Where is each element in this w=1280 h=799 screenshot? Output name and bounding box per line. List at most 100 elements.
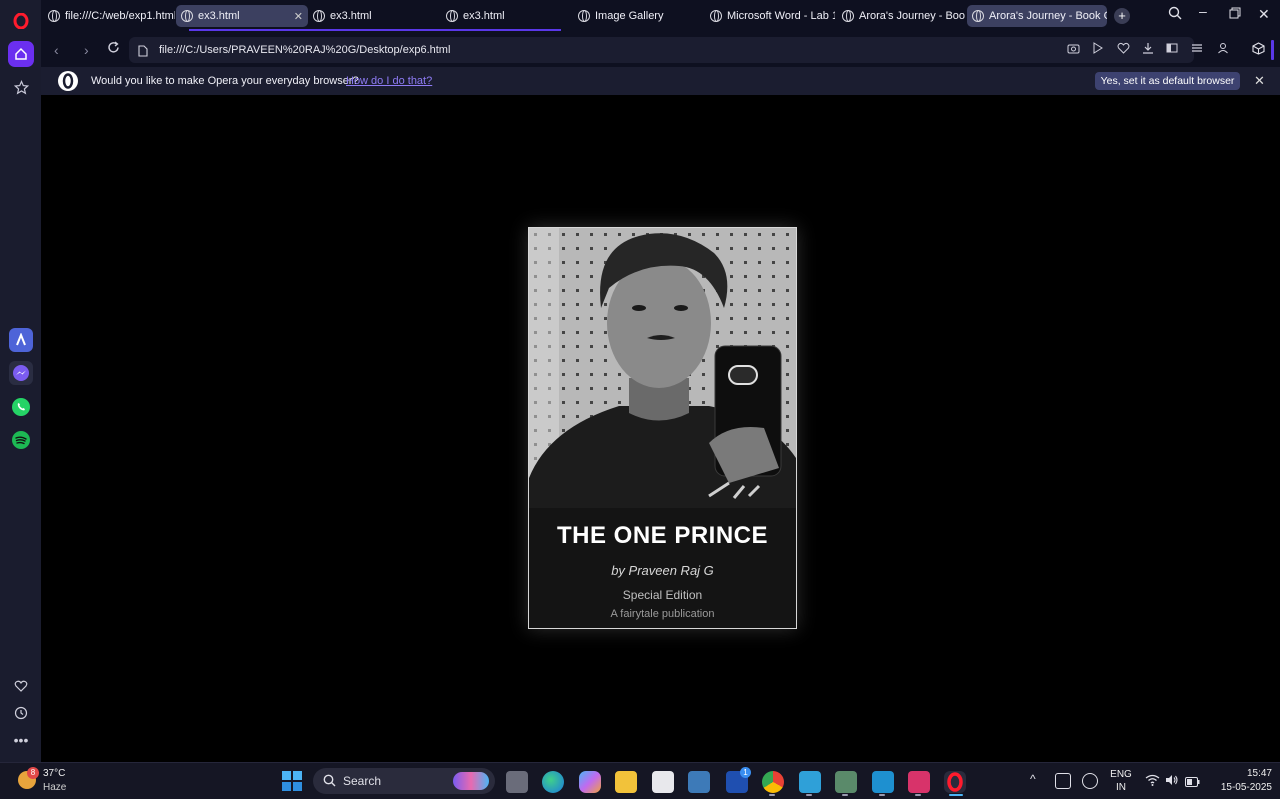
app-icon[interactable] bbox=[908, 771, 930, 793]
tab-label: ex3.html bbox=[463, 10, 505, 22]
wifi-icon[interactable] bbox=[1145, 773, 1160, 791]
globe-icon bbox=[972, 10, 984, 22]
lang-bottom[interactable]: IN bbox=[1108, 782, 1134, 793]
running-indicator bbox=[915, 794, 921, 796]
task-view-icon[interactable] bbox=[506, 771, 528, 793]
globe-icon bbox=[48, 10, 60, 22]
globe-icon bbox=[181, 10, 193, 22]
reload-icon[interactable] bbox=[107, 41, 120, 57]
tab[interactable]: ex3.html bbox=[441, 5, 571, 27]
running-indicator bbox=[806, 794, 812, 796]
tab-label: ex3.html bbox=[198, 10, 240, 22]
running-indicator bbox=[842, 794, 848, 796]
play-icon[interactable] bbox=[1092, 42, 1104, 57]
notif-badge: 1 bbox=[740, 767, 751, 778]
close-tab-icon[interactable]: ✕ bbox=[294, 10, 303, 23]
volume-icon[interactable] bbox=[1165, 773, 1179, 791]
more-icon[interactable]: ••• bbox=[8, 727, 34, 753]
running-indicator bbox=[879, 794, 885, 796]
clock-date[interactable]: 15-05-2025 bbox=[1210, 782, 1272, 793]
globe-icon bbox=[446, 10, 458, 22]
messenger-icon[interactable] bbox=[9, 361, 33, 385]
vscode-icon[interactable] bbox=[872, 771, 894, 793]
start-icon[interactable] bbox=[282, 771, 302, 796]
globe-icon bbox=[842, 10, 854, 22]
new-tab-button[interactable]: + bbox=[1114, 8, 1130, 24]
notepad-icon[interactable] bbox=[799, 771, 821, 793]
tab[interactable]: file:///C:/web/exp1.html bbox=[43, 5, 175, 27]
tab-label: ex3.html bbox=[330, 10, 372, 22]
book-publisher: A fairytale publication bbox=[610, 608, 715, 620]
app-icon[interactable] bbox=[688, 771, 710, 793]
opera-sidebar: ••• bbox=[0, 0, 41, 762]
tab[interactable]: Arora's Journey - Book C bbox=[837, 5, 965, 27]
address-bar: ‹ › file:///C:/Users/PRAVEEN%20RAJ%20G/D… bbox=[41, 34, 1280, 66]
tab-label: Image Gallery bbox=[595, 10, 664, 22]
weather-desc[interactable]: Haze bbox=[43, 782, 66, 793]
extension-accent bbox=[1271, 40, 1274, 60]
cloud-icon[interactable] bbox=[1082, 773, 1098, 789]
home-icon[interactable] bbox=[8, 41, 34, 67]
edge-icon[interactable] bbox=[542, 771, 564, 793]
forward-icon[interactable]: › bbox=[84, 42, 89, 58]
opera-logo-icon[interactable] bbox=[8, 8, 34, 34]
infobar-message: Would you like to make Opera your everyd… bbox=[91, 75, 359, 87]
tab[interactable]: Arora's Journey - Book Co bbox=[967, 5, 1107, 27]
book-cover: THE ONE PRINCE by Praveen Raj G Special … bbox=[528, 227, 797, 629]
profile-icon[interactable] bbox=[1217, 42, 1229, 57]
clock-time[interactable]: 15:47 bbox=[1210, 768, 1272, 779]
minimize-button[interactable]: – bbox=[1199, 3, 1207, 19]
back-icon[interactable]: ‹ bbox=[54, 42, 59, 58]
tab[interactable]: ex3.html bbox=[308, 5, 438, 27]
restore-button[interactable] bbox=[1229, 6, 1241, 22]
bookmark-heart-icon[interactable] bbox=[1117, 42, 1130, 57]
tab[interactable]: Image Gallery bbox=[573, 5, 703, 27]
heart-icon[interactable] bbox=[8, 673, 34, 699]
weather-badge: 8 bbox=[27, 767, 39, 779]
easy-setup-icon[interactable] bbox=[1191, 42, 1203, 57]
search-tabs-icon[interactable] bbox=[1168, 6, 1182, 23]
weather-temp[interactable]: 37°C bbox=[43, 768, 65, 779]
lang-top[interactable]: ENG bbox=[1108, 769, 1134, 780]
extensions-icon[interactable] bbox=[1252, 42, 1265, 58]
tab-label: Arora's Journey - Book Co bbox=[989, 10, 1107, 22]
active-indicator bbox=[949, 794, 963, 796]
opera-taskbar-icon[interactable] bbox=[944, 771, 966, 793]
default-browser-bar: Would you like to make Opera your everyd… bbox=[41, 67, 1280, 95]
close-window-button[interactable]: ✕ bbox=[1258, 6, 1270, 23]
globe-icon bbox=[578, 10, 590, 22]
star-icon[interactable] bbox=[8, 74, 34, 100]
set-default-button[interactable]: Yes, set it as default browser bbox=[1095, 72, 1240, 90]
aria-app-icon[interactable] bbox=[9, 328, 33, 352]
history-icon[interactable] bbox=[8, 700, 34, 726]
app-icon[interactable] bbox=[835, 771, 857, 793]
opera-logo-icon bbox=[57, 70, 79, 97]
url-text[interactable]: file:///C:/Users/PRAVEEN%20RAJ%20G/Deskt… bbox=[159, 44, 450, 56]
sidebar-toggle-icon[interactable] bbox=[1166, 42, 1178, 57]
whatsapp-icon[interactable] bbox=[9, 395, 33, 419]
tab-label: Microsoft Word - Lab 1 bbox=[727, 10, 835, 22]
cover-photo bbox=[529, 228, 796, 508]
sync-icon[interactable] bbox=[1055, 773, 1071, 789]
how-do-i-link[interactable]: How do I do that? bbox=[346, 75, 432, 87]
tab-active[interactable]: ex3.html ✕ bbox=[176, 5, 308, 27]
spotify-icon[interactable] bbox=[9, 428, 33, 452]
search-icon bbox=[323, 774, 336, 792]
close-infobar-icon[interactable]: ✕ bbox=[1254, 73, 1265, 89]
download-icon[interactable] bbox=[1142, 42, 1154, 57]
chevron-up-icon[interactable]: ^ bbox=[1030, 772, 1036, 786]
camera-icon[interactable] bbox=[1067, 42, 1080, 57]
search-highlight-icon bbox=[453, 772, 489, 790]
taskbar: 8 37°C Haze Search 1 ^ ENG IN 15:47 15-0… bbox=[0, 762, 1280, 799]
tab-group-underline bbox=[189, 29, 561, 31]
tab-label: file:///C:/web/exp1.html bbox=[65, 10, 175, 22]
search-box[interactable]: Search bbox=[313, 768, 495, 794]
copilot-icon[interactable] bbox=[579, 771, 601, 793]
page-content: THE ONE PRINCE by Praveen Raj G Special … bbox=[41, 95, 1280, 762]
globe-icon bbox=[710, 10, 722, 22]
store-icon[interactable] bbox=[652, 771, 674, 793]
tab[interactable]: Microsoft Word - Lab 1 bbox=[705, 5, 835, 27]
file-explorer-icon[interactable] bbox=[615, 771, 637, 793]
battery-icon[interactable] bbox=[1185, 774, 1200, 792]
chrome-icon[interactable] bbox=[762, 771, 784, 793]
